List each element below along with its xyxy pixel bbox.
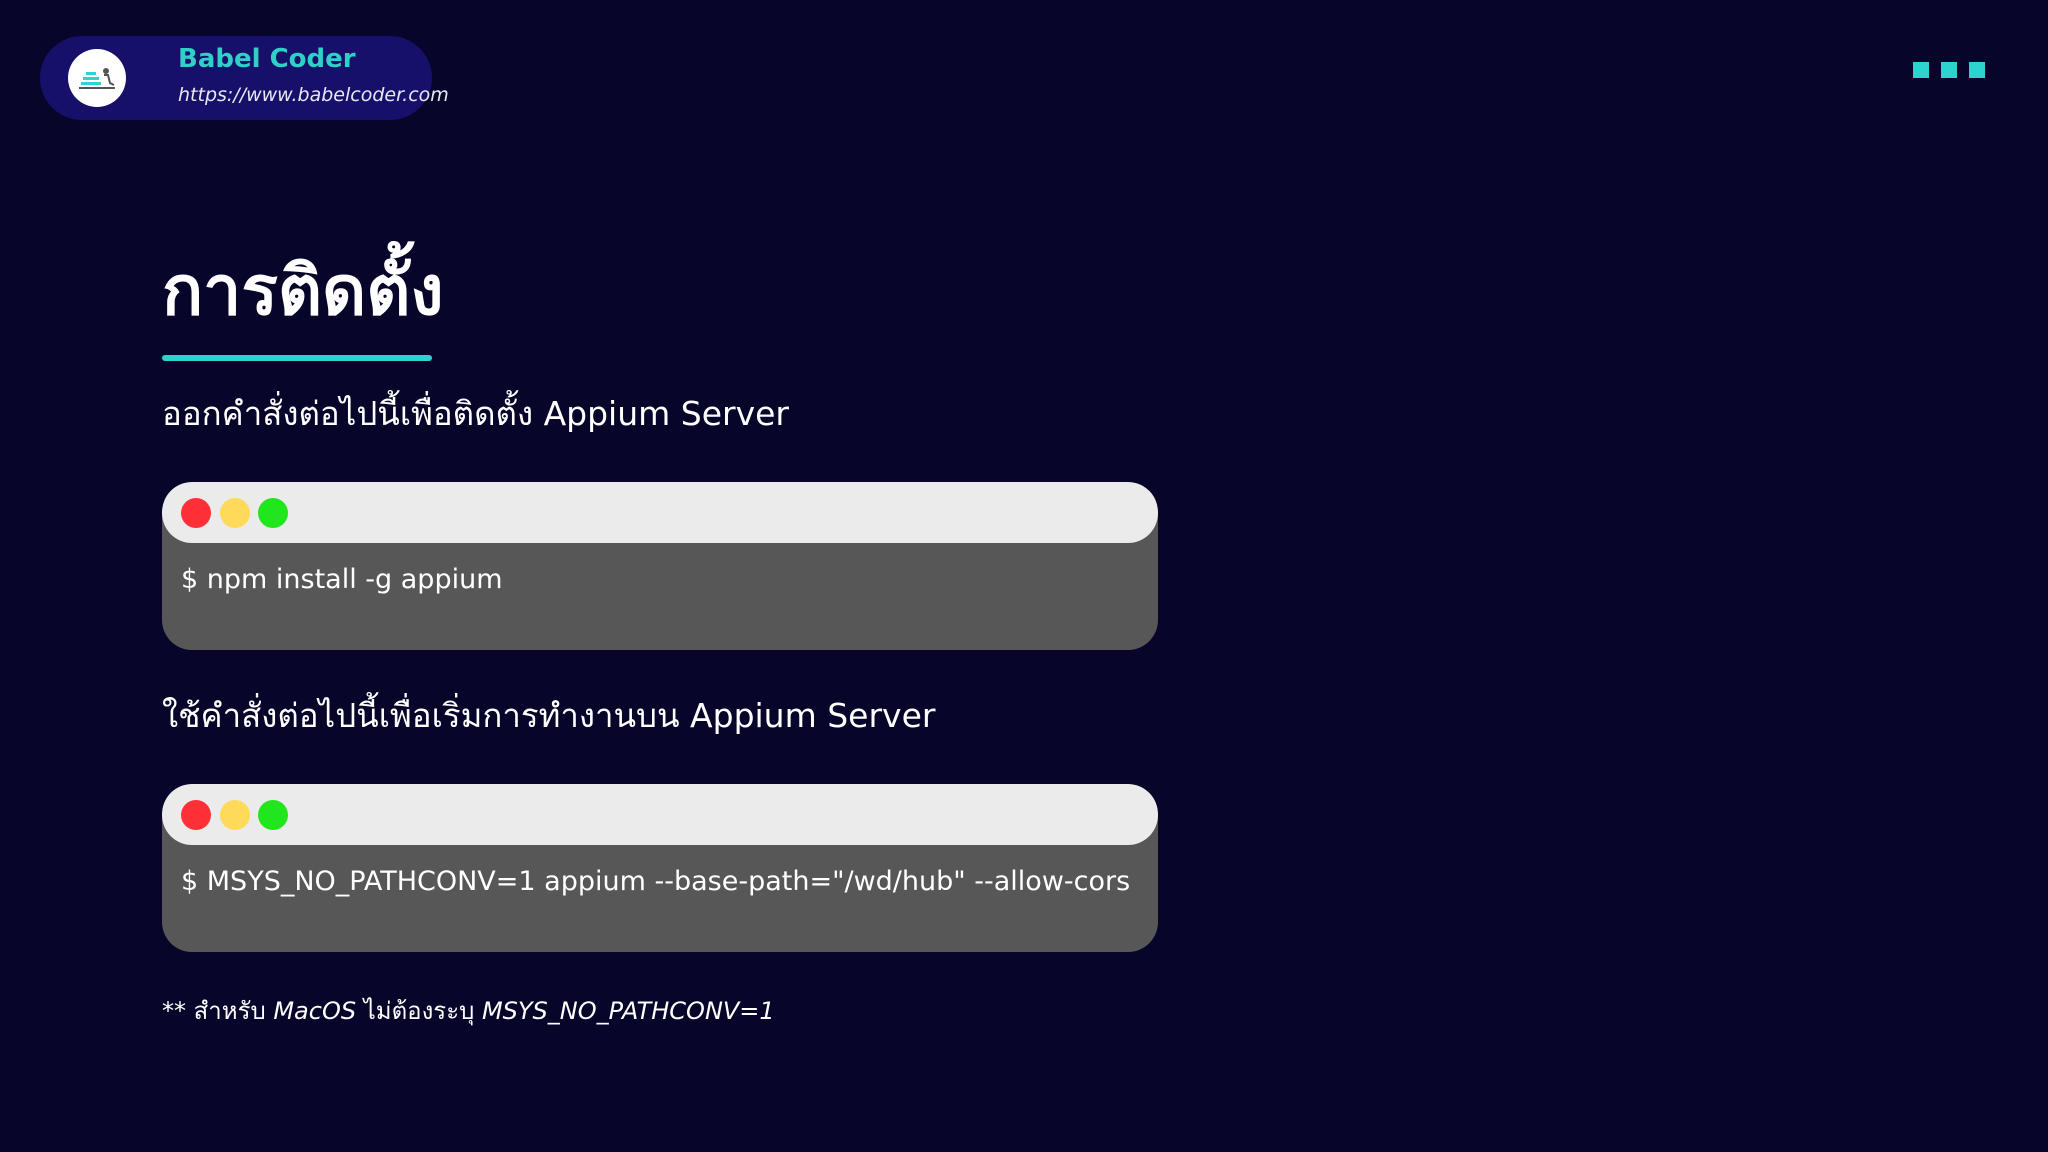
- title-underline: [162, 355, 432, 361]
- minimize-dot-icon: [220, 498, 250, 528]
- three-squares-icon: [1913, 62, 1985, 78]
- page-title: การติดตั้ง: [162, 252, 444, 331]
- install-command: $ npm install -g appium: [181, 564, 503, 595]
- square-dot: [1941, 62, 1957, 78]
- footnote-os: MacOS: [273, 997, 357, 1025]
- install-instruction: ออกคำสั่งต่อไปนี้เพื่อติดตั้ง Appium Ser…: [162, 394, 789, 433]
- maximize-dot-icon: [258, 800, 288, 830]
- brand-badge: Babel Coder https://www.babelcoder.com: [40, 36, 449, 120]
- start-instruction: ใช้คำสั่งต่อไปนี้เพื่อเริ่มการทำงานบน Ap…: [162, 696, 936, 735]
- close-dot-icon: [181, 498, 211, 528]
- brand-url[interactable]: https://www.babelcoder.com: [178, 84, 449, 106]
- footnote-middle: ไม่ต้องระบุ: [356, 997, 482, 1025]
- minimize-dot-icon: [220, 800, 250, 830]
- start-command: $ MSYS_NO_PATHCONV=1 appium --base-path=…: [181, 866, 1131, 897]
- terminal-title-bar: [162, 482, 1158, 543]
- brand-name: Babel Coder: [178, 44, 356, 74]
- square-dot: [1913, 62, 1929, 78]
- maximize-dot-icon: [258, 498, 288, 528]
- footnote-env: MSYS_NO_PATHCONV=1: [481, 997, 775, 1025]
- footnote-prefix: ** สำหรับ: [162, 997, 274, 1025]
- footnote: ** สำหรับ MacOS ไม่ต้องระบุ MSYS_NO_PATH…: [162, 994, 775, 1028]
- babel-coder-logo-icon: [68, 49, 126, 107]
- terminal-title-bar: [162, 784, 1158, 845]
- square-dot: [1969, 62, 1985, 78]
- close-dot-icon: [181, 800, 211, 830]
- install-terminal: $ npm install -g appium: [162, 482, 1158, 650]
- start-terminal: $ MSYS_NO_PATHCONV=1 appium --base-path=…: [162, 784, 1158, 952]
